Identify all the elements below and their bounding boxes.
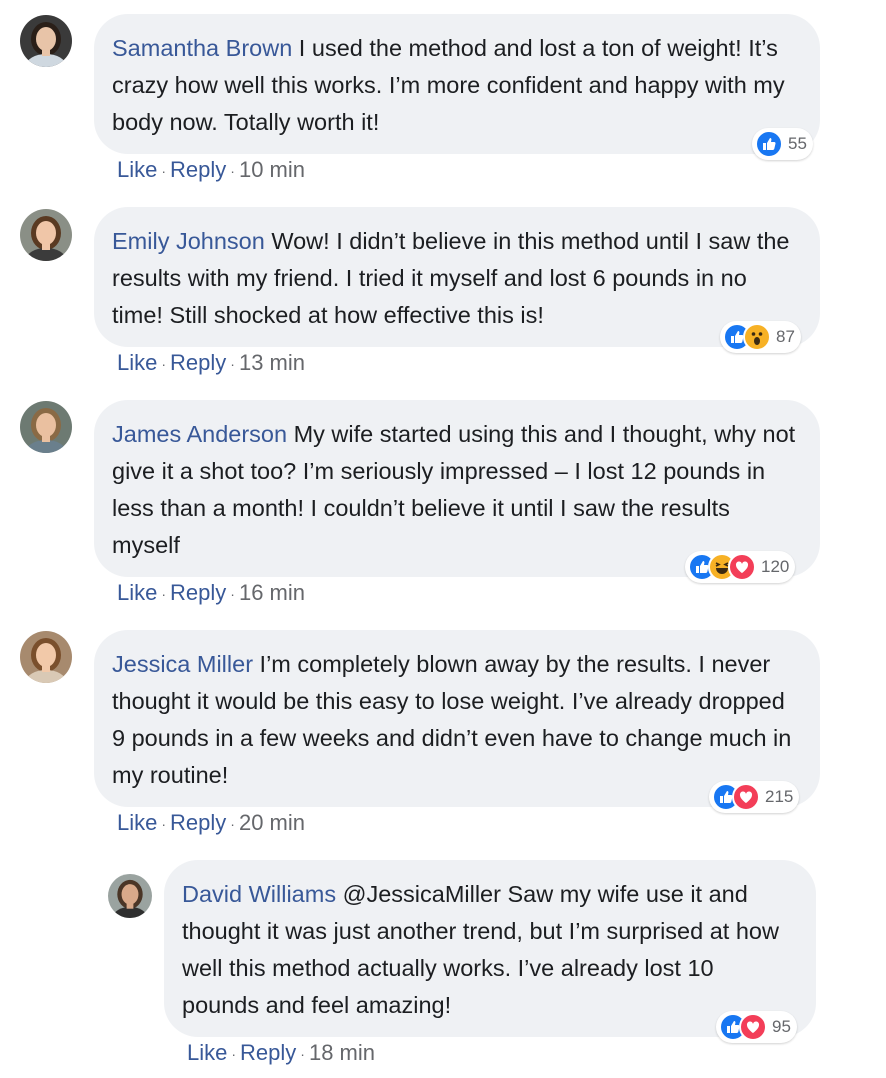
- comment-author[interactable]: Emily Johnson: [112, 228, 265, 254]
- comment-bubble: Emily Johnson Wow! I didn’t believe in t…: [94, 207, 820, 347]
- comment-author[interactable]: Jessica Miller: [112, 651, 253, 677]
- reaction-count: 95: [772, 1017, 791, 1036]
- reaction-summary[interactable]: 95: [716, 1011, 797, 1043]
- comment-timestamp[interactable]: 10 min: [239, 157, 305, 182]
- comment-actions: Like · Reply · 10 min: [117, 157, 305, 182]
- comment-actions: Like · Reply · 13 min: [117, 350, 305, 375]
- avatar[interactable]: [20, 631, 72, 683]
- like-reaction-icon: [755, 130, 783, 158]
- comment-author[interactable]: James Anderson: [112, 421, 287, 447]
- like-link[interactable]: Like: [117, 580, 157, 605]
- avatar[interactable]: [20, 209, 72, 261]
- reaction-count: 120: [761, 557, 790, 576]
- comment-bubble: David Williams @JessicaMiller Saw my wif…: [164, 860, 816, 1037]
- reaction-count: 215: [765, 787, 794, 806]
- reply-link[interactable]: Reply: [170, 810, 226, 835]
- avatar-image: [20, 15, 72, 67]
- avatar-image: [20, 631, 72, 683]
- comment-author[interactable]: Samantha Brown: [112, 35, 292, 61]
- reaction-summary[interactable]: 55: [752, 128, 813, 160]
- reaction-count: 55: [788, 134, 807, 153]
- reply-link[interactable]: Reply: [170, 157, 226, 182]
- comment-actions: Like · Reply · 16 min: [117, 580, 305, 605]
- reaction-count: 87: [776, 327, 795, 346]
- love-reaction-icon: [728, 553, 756, 581]
- avatar-image: [20, 209, 72, 261]
- wow-reaction-icon: [743, 323, 771, 351]
- comment-actions: Like · Reply · 20 min: [117, 810, 305, 835]
- avatar-image: [20, 401, 72, 453]
- like-link[interactable]: Like: [117, 350, 157, 375]
- like-link[interactable]: Like: [187, 1040, 227, 1065]
- avatar[interactable]: [108, 874, 152, 918]
- reaction-summary[interactable]: 87: [720, 321, 801, 353]
- reply-link[interactable]: Reply: [240, 1040, 296, 1065]
- like-link[interactable]: Like: [117, 810, 157, 835]
- reply-link[interactable]: Reply: [170, 350, 226, 375]
- comment-timestamp[interactable]: 13 min: [239, 350, 305, 375]
- reply-link[interactable]: Reply: [170, 580, 226, 605]
- comment-author[interactable]: David Williams: [182, 881, 336, 907]
- comment-bubble: Jessica Miller I’m completely blown away…: [94, 630, 820, 807]
- reaction-summary[interactable]: 120: [685, 551, 796, 583]
- comment-timestamp[interactable]: 18 min: [309, 1040, 375, 1065]
- reaction-summary[interactable]: 215: [709, 781, 800, 813]
- comment-actions: Like · Reply · 18 min: [187, 1040, 375, 1065]
- comment-timestamp[interactable]: 20 min: [239, 810, 305, 835]
- comment-timestamp[interactable]: 16 min: [239, 580, 305, 605]
- avatar-image: [108, 874, 152, 918]
- love-reaction-icon: [732, 783, 760, 811]
- love-reaction-icon: [739, 1013, 767, 1041]
- avatar[interactable]: [20, 15, 72, 67]
- avatar[interactable]: [20, 401, 72, 453]
- like-link[interactable]: Like: [117, 157, 157, 182]
- comment-bubble: Samantha Brown I used the method and los…: [94, 14, 820, 154]
